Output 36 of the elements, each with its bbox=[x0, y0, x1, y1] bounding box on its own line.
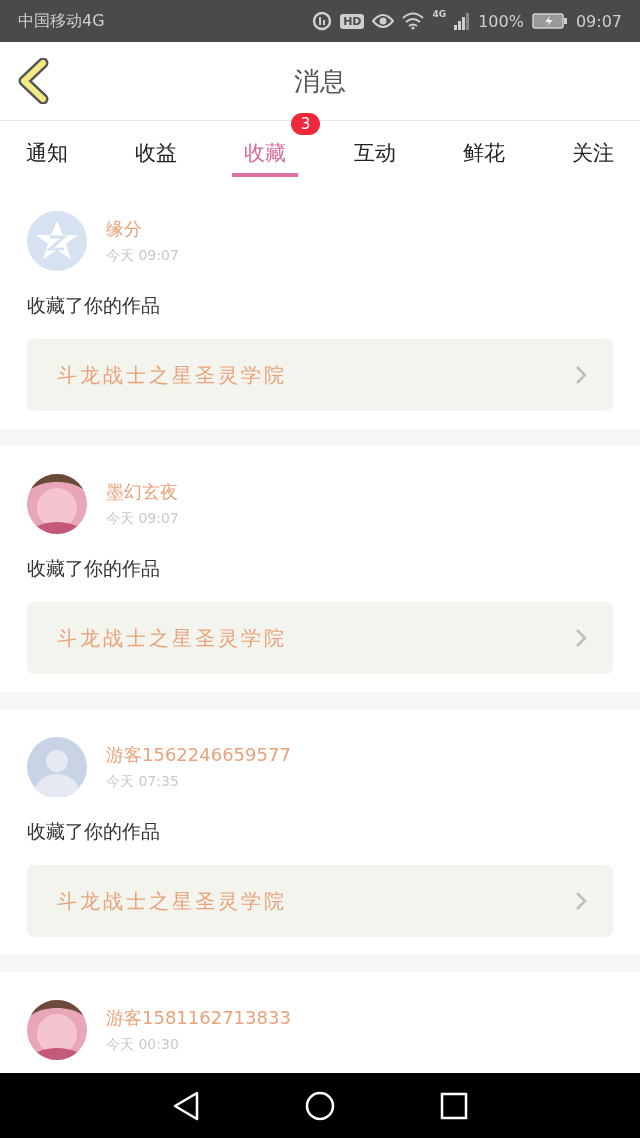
battery-percent: 100% bbox=[478, 11, 524, 31]
home-nav-button[interactable] bbox=[305, 1090, 335, 1121]
tab[interactable]: 互动 bbox=[341, 121, 408, 177]
recents-nav-button[interactable] bbox=[439, 1091, 468, 1120]
signal-icon bbox=[454, 12, 471, 30]
network-label: 4G bbox=[432, 9, 447, 19]
message-text: 收藏了你的作品 bbox=[27, 293, 161, 317]
count-badge: 3 bbox=[290, 113, 321, 135]
user-name: 游客1562246659577 bbox=[106, 743, 291, 767]
user-name: 墨幻玄夜 bbox=[106, 480, 179, 504]
tab[interactable]: 鲜花 bbox=[450, 121, 517, 177]
message-text: 收藏了你的作品 bbox=[27, 556, 161, 580]
tab[interactable]: 关注 bbox=[559, 121, 626, 177]
carrier-label: 中国移动4G bbox=[18, 10, 105, 32]
clock: 09:07 bbox=[575, 11, 622, 31]
circle-icon bbox=[305, 1090, 335, 1121]
tab[interactable]: 通知 bbox=[14, 121, 80, 177]
eye-icon bbox=[372, 13, 395, 29]
user-name: 游客1581162713833 bbox=[106, 1006, 291, 1030]
back-nav-button[interactable] bbox=[172, 1090, 201, 1121]
data-saver-icon bbox=[312, 11, 333, 31]
chevron-right-icon bbox=[575, 628, 587, 648]
triangle-icon bbox=[172, 1090, 201, 1121]
chevron-right-icon bbox=[575, 365, 587, 385]
wifi-icon bbox=[402, 12, 425, 30]
message-text: 收藏了你的作品 bbox=[27, 819, 161, 843]
square-icon bbox=[439, 1091, 468, 1120]
tab[interactable]: 收益 bbox=[123, 121, 190, 177]
chevron-right-icon bbox=[575, 891, 587, 911]
user-name: 缘分 bbox=[106, 217, 143, 241]
avatar-icon bbox=[27, 737, 87, 797]
star-avatar-icon bbox=[27, 211, 87, 271]
hd-badge: HD bbox=[340, 13, 365, 29]
back-chevron-icon bbox=[17, 58, 51, 104]
page-title: 消息 bbox=[294, 64, 346, 98]
battery-icon bbox=[531, 13, 568, 29]
